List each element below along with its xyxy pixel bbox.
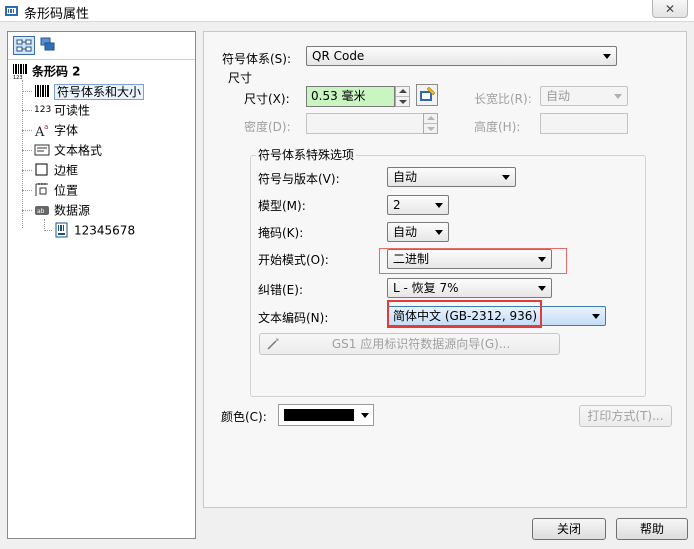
spin-down-icon: [399, 100, 407, 104]
tree-item-readability[interactable]: 123 可读性: [34, 101, 90, 119]
spin-up-icon: [399, 89, 407, 93]
tree-item-datasource[interactable]: ab 数据源: [34, 201, 90, 219]
tree-item-data-value[interactable]: 12345678: [54, 221, 135, 239]
chevron-down-icon: [592, 314, 600, 319]
symbology-dropdown[interactable]: QR Code: [306, 46, 617, 66]
color-swatch: [284, 409, 354, 421]
properties-panel: 符号体系(S): QR Code 尺寸 尺寸(X): 0.53 毫米 长宽比(R…: [203, 31, 687, 508]
tree-panel: 123 条形码 2 符号体系和大小 123 可读性 A a 字体 文本格式 边框…: [7, 31, 196, 539]
close-button[interactable]: 关闭: [532, 518, 606, 540]
data-value-icon: [55, 222, 68, 237]
wand-icon: [420, 86, 436, 101]
spin-up-icon: [427, 116, 435, 120]
density-label: 密度(D):: [244, 120, 291, 134]
spin-down-icon: [427, 127, 435, 131]
model-dropdown[interactable]: 2: [387, 195, 449, 215]
error-correction-dropdown[interactable]: L - 恢复 7%: [387, 278, 552, 298]
chevron-down-icon: [603, 54, 611, 59]
gs1-wizard-button[interactable]: GS1 应用标识符数据源向导(G)...: [259, 333, 560, 355]
density-input[interactable]: [306, 113, 424, 134]
size-group-title: 尺寸: [228, 71, 253, 85]
text-format-icon: [34, 144, 50, 155]
ratio-label: 长宽比(R):: [474, 92, 532, 106]
chevron-down-icon: [361, 413, 369, 418]
svg-text:ab: ab: [37, 208, 45, 215]
special-options-group: [250, 155, 646, 397]
title-bar: 条形码属性 ✕: [0, 0, 694, 22]
version-dropdown[interactable]: 自动: [387, 167, 516, 187]
tree-item-position[interactable]: 位置: [34, 181, 78, 199]
error-correction-label: 纠错(E):: [258, 283, 303, 297]
symbology-label: 符号体系(S):: [222, 52, 292, 66]
ratio-dropdown[interactable]: 自动: [540, 86, 628, 106]
chevron-down-icon: [614, 94, 622, 99]
window-close-button[interactable]: ✕: [652, 0, 688, 18]
tree-item-text-format[interactable]: 文本格式: [34, 141, 102, 159]
tree-root-barcode[interactable]: 123 条形码 2: [12, 62, 81, 80]
chevron-down-icon: [538, 257, 546, 262]
height-label: 高度(H):: [474, 120, 521, 134]
special-options-title: 符号体系特殊选项: [256, 146, 357, 163]
model-label: 模型(M):: [258, 199, 306, 213]
density-spinner[interactable]: [423, 113, 438, 134]
barcode-icon: [35, 84, 49, 97]
tree-view-icon: [16, 39, 32, 52]
chevron-down-icon: [538, 286, 546, 291]
wand-icon: [267, 337, 279, 350]
tree-item-border[interactable]: 边框: [34, 161, 78, 179]
border-icon: [35, 163, 48, 175]
font-icon: A a: [34, 123, 48, 138]
close-icon: ✕: [664, 1, 676, 16]
app-icon: [5, 6, 18, 16]
size-label: 尺寸(X):: [244, 92, 290, 106]
datasource-icon: ab: [35, 205, 49, 215]
size-spinner[interactable]: [395, 86, 410, 107]
tree-item-symbology[interactable]: 符号体系和大小: [34, 82, 145, 100]
color-picker[interactable]: [278, 404, 374, 426]
chevron-down-icon: [435, 203, 443, 208]
size-input[interactable]: 0.53 毫米: [306, 86, 395, 107]
height-input[interactable]: [540, 113, 628, 134]
barcode-icon: 123: [13, 63, 27, 79]
color-label: 颜色(C):: [221, 410, 267, 424]
version-label: 符号与版本(V):: [258, 172, 340, 186]
tree-item-font[interactable]: A a 字体: [34, 121, 78, 139]
svg-text:123: 123: [13, 75, 23, 79]
mask-label: 掩码(K):: [258, 226, 304, 240]
text-encoding-highlight: [387, 300, 542, 328]
chevron-down-icon: [502, 175, 510, 180]
help-button[interactable]: 帮助: [616, 518, 688, 540]
svg-text:a: a: [44, 123, 48, 131]
chevron-down-icon: [435, 230, 443, 235]
window-title: 条形码属性: [24, 7, 90, 22]
digits-icon: 123: [34, 104, 52, 115]
start-mode-dropdown[interactable]: 二进制: [387, 249, 552, 269]
view-layers-button[interactable]: [38, 36, 60, 55]
mask-dropdown[interactable]: 自动: [387, 222, 449, 242]
start-mode-label: 开始模式(O):: [258, 253, 329, 267]
size-wizard-button[interactable]: [416, 84, 438, 106]
position-icon: [35, 182, 48, 196]
tree-toolbar: [8, 32, 195, 60]
layers-icon: [40, 37, 55, 51]
view-tree-button[interactable]: [13, 36, 35, 55]
text-encoding-label: 文本编码(N):: [258, 311, 329, 325]
print-method-button[interactable]: 打印方式(T)...: [579, 405, 672, 427]
